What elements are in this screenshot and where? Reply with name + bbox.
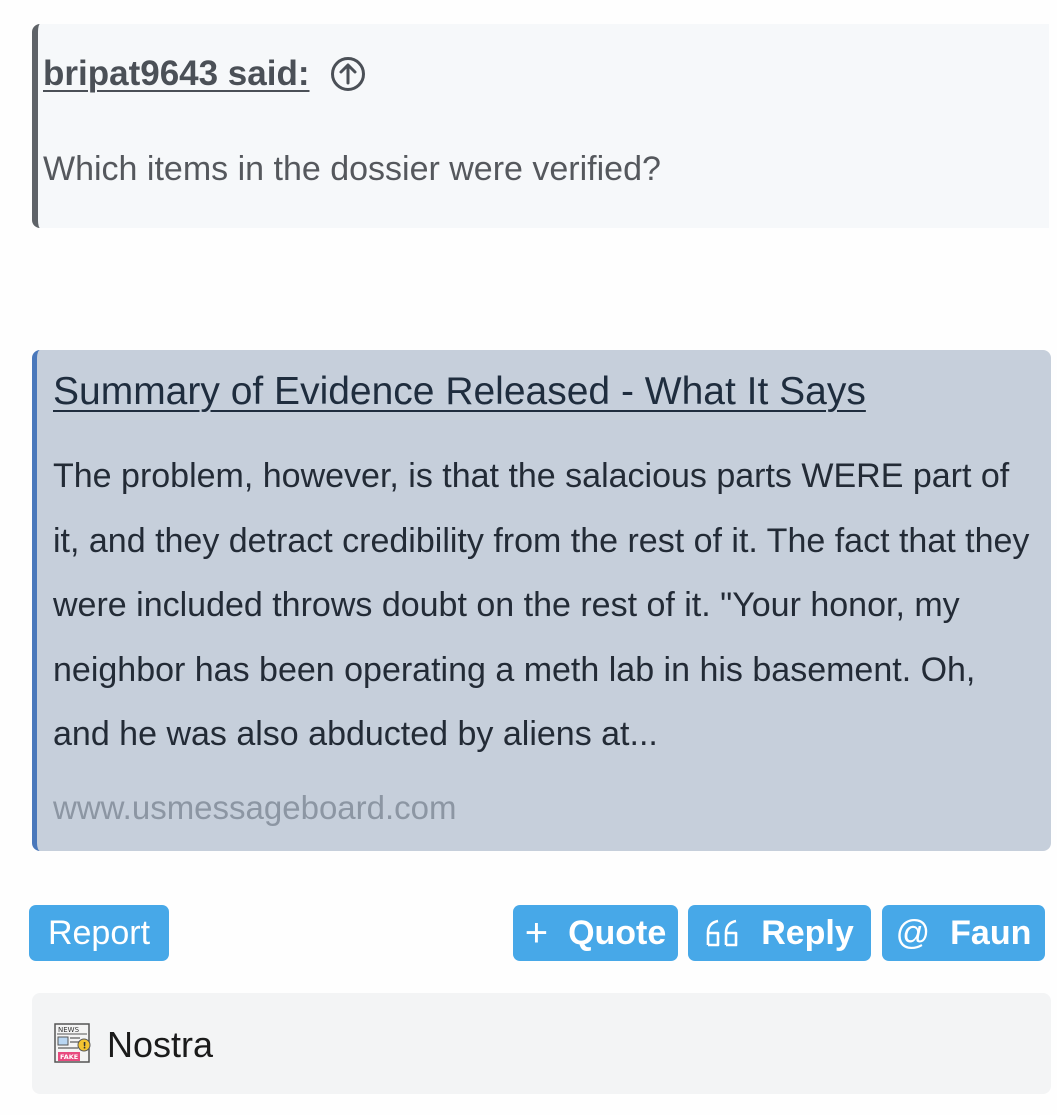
report-label: Report — [47, 913, 151, 952]
fake-news-icon: NEWS ! FAKE — [54, 1023, 91, 1063]
reply-button[interactable]: Reply — [688, 905, 871, 961]
quote-author-link[interactable]: bripat9643 said: — [43, 54, 310, 94]
link-preview-excerpt: The problem, however, is that the salaci… — [53, 457, 1030, 753]
quote-header: bripat9643 said: — [43, 54, 366, 94]
link-preview-card[interactable]: Summary of Evidence Released - What It S… — [32, 350, 1051, 851]
mention-label: Faun — [950, 913, 1032, 952]
svg-text:NEWS: NEWS — [58, 1026, 80, 1034]
reply-label: Reply — [761, 913, 854, 952]
quote-text: Which items in the dossier were verified… — [43, 150, 661, 188]
svg-text:FAKE: FAKE — [60, 1053, 78, 1061]
quote-marks-icon — [706, 919, 738, 947]
signature-text: Nostra — [107, 1024, 214, 1065]
report-button[interactable]: Report — [29, 905, 169, 961]
plus-icon: + — [524, 911, 549, 955]
link-preview-domain: www.usmessageboard.com — [53, 788, 457, 826]
link-preview-title[interactable]: Summary of Evidence Released - What It S… — [53, 368, 1035, 416]
quote-label: Quote — [568, 913, 667, 952]
mention-user-button[interactable]: @ Faun — [882, 905, 1045, 961]
quote-button[interactable]: + Quote — [513, 905, 678, 961]
signature-block: NEWS ! FAKE Nostra — [32, 993, 1051, 1094]
at-icon: @ — [895, 913, 931, 952]
svg-text:!: ! — [83, 1042, 87, 1052]
arrow-up-circle-icon[interactable] — [330, 56, 366, 92]
